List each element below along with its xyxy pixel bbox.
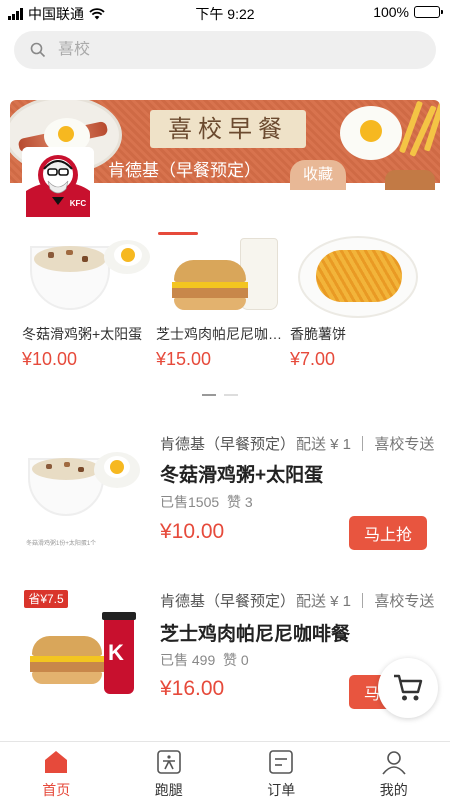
profile-icon	[382, 751, 406, 775]
buy-now-button[interactable]: 马上抢	[349, 516, 427, 550]
featured-item[interactable]: 香脆薯饼 ¥7.00	[290, 236, 420, 369]
search-bar[interactable]	[14, 31, 436, 69]
yolk-illustration	[58, 126, 74, 142]
hashbrown-image	[290, 236, 420, 318]
shop-name[interactable]: 肯德基（早餐预定）	[108, 156, 261, 181]
cookie-illustration	[385, 170, 435, 190]
cup-logo-icon: K	[108, 640, 124, 665]
shop-name: 肯德基（早餐预定）	[160, 593, 296, 610]
congee-image	[22, 236, 152, 318]
tab-label: 我的	[379, 782, 408, 798]
tab-profile[interactable]: 我的	[338, 742, 450, 800]
product-title: 冬菇滑鸡粥+太阳蛋	[160, 465, 324, 486]
product-card[interactable]: 冬菇滑鸡粥1份+太阳蛋1个 肯德基（早餐预定）配送 ¥ 1 ｜ 喜校专送 冬菇滑…	[0, 430, 450, 580]
shop-line: 肯德基（早餐预定）配送 ¥ 1 ｜ 喜校专送	[160, 433, 434, 454]
cart-button[interactable]	[378, 658, 438, 718]
search-icon	[30, 42, 46, 58]
featured-item[interactable]: 芝士鸡肉帕尼尼咖啡餐 ¥15.00	[156, 236, 286, 369]
yolk-illustration-right	[360, 120, 382, 142]
discount-badge: 省¥7.5	[24, 590, 68, 608]
status-bar: 中国联通 下午 9:22 100%	[0, 0, 450, 24]
product-title: 芝士鸡肉帕尼尼咖啡餐	[160, 624, 351, 645]
battery-icon	[414, 6, 443, 18]
featured-item[interactable]: 冬菇滑鸡粥+太阳蛋 ¥10.00	[22, 236, 152, 369]
order-icon	[269, 750, 294, 774]
kfc-logo-text: KFC	[70, 199, 87, 208]
delivery-info: 配送 ¥ 1 ｜ 喜校专送	[296, 593, 435, 610]
product-price: ¥10.00	[160, 520, 225, 543]
thumbnail-caption: 冬菇滑鸡粥1份+太阳蛋1个	[26, 541, 97, 546]
shop-line: 肯德基（早餐预定）配送 ¥ 1 ｜ 喜校专送	[160, 590, 434, 611]
featured-name: 冬菇滑鸡粥+太阳蛋	[22, 326, 143, 342]
panini-image	[156, 236, 286, 318]
tab-label: 首页	[42, 782, 71, 798]
dot-active	[202, 394, 216, 396]
status-right: 100%	[373, 4, 443, 20]
errand-icon	[156, 750, 181, 774]
dot	[224, 394, 238, 396]
delivery-info: 配送 ¥ 1 ｜ 喜校专送	[296, 436, 435, 453]
colonel-logo-icon: KFC	[22, 147, 94, 219]
tab-label: 跑腿	[154, 782, 183, 798]
featured-price: ¥7.00	[290, 349, 336, 369]
active-indicator	[158, 232, 198, 235]
sold-count: 已售1505	[160, 494, 220, 510]
featured-name: 香脆薯饼	[290, 326, 346, 342]
sales-info: 已售 499 赞 0	[160, 650, 249, 670]
battery-percent: 100%	[373, 4, 409, 20]
featured-price: ¥10.00	[22, 349, 78, 369]
sales-info: 已售1505 赞 3	[160, 492, 253, 512]
featured-name: 芝士鸡肉帕尼尼咖啡餐	[156, 326, 282, 342]
like-count: 赞 0	[223, 652, 249, 668]
kfc-logo: KFC	[22, 147, 94, 219]
sold-count: 已售 499	[160, 652, 216, 668]
cart-icon	[394, 674, 423, 701]
product-card[interactable]: K 省¥7.5 肯德基（早餐预定）配送 ¥ 1 ｜ 喜校专送 芝士鸡肉帕尼尼咖啡…	[0, 590, 450, 740]
bottom-tab-bar: 首页 跑腿 订单 我的	[0, 741, 450, 800]
shop-name: 肯德基（早餐预定）	[160, 436, 296, 453]
product-thumbnail: 冬菇滑鸡粥1份+太阳蛋1个	[24, 434, 144, 546]
tab-home[interactable]: 首页	[0, 742, 113, 800]
home-icon	[45, 751, 68, 773]
favorite-button[interactable]: 收藏	[290, 160, 346, 190]
tab-errand[interactable]: 跑腿	[113, 742, 226, 800]
like-count: 赞 3	[226, 494, 253, 510]
carousel-dots	[202, 394, 238, 396]
tab-orders[interactable]: 订单	[225, 742, 338, 800]
search-input[interactable]	[58, 41, 398, 59]
tab-label: 订单	[267, 782, 296, 798]
banner-title: 喜校早餐	[150, 110, 306, 148]
product-price: ¥16.00	[160, 677, 225, 700]
featured-price: ¥15.00	[156, 349, 212, 369]
